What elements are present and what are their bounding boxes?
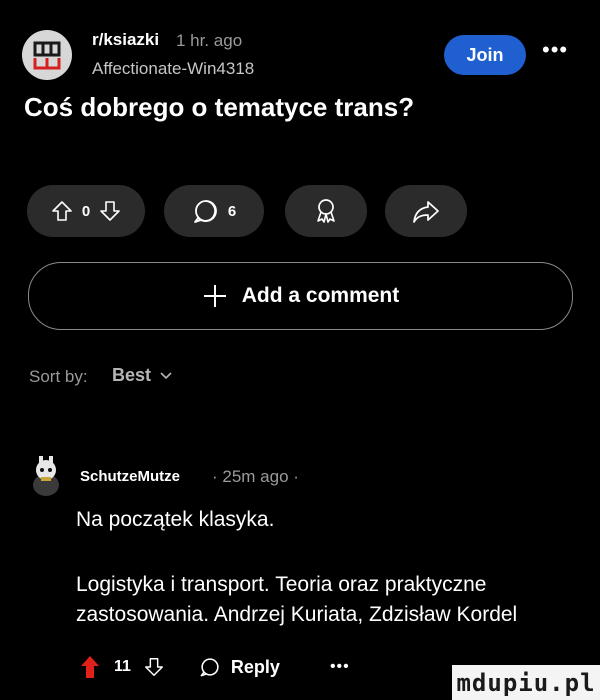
comment-time: · 25m ago · xyxy=(212,467,299,486)
reply-label: Reply xyxy=(230,656,280,677)
sort-value: Best xyxy=(112,365,152,385)
comments-button[interactable]: 6 xyxy=(164,185,264,237)
sort-dropdown[interactable]: Best xyxy=(112,365,173,386)
add-comment-label: Add a comment xyxy=(241,284,400,307)
share-button[interactable] xyxy=(385,185,467,237)
sub-logo-icon xyxy=(33,41,61,70)
comment-actions: 11 Reply ••• xyxy=(80,655,350,679)
vote-count: 0 xyxy=(81,202,91,220)
comment-icon xyxy=(193,200,217,223)
post-author[interactable]: Affectionate-Win4318 xyxy=(92,59,254,79)
comment-count: 6 xyxy=(227,202,237,220)
post-time: 1 hr. ago xyxy=(176,31,243,50)
comment-score: 11 xyxy=(114,658,131,675)
downvote-icon[interactable] xyxy=(143,656,165,678)
reply-button[interactable]: Reply xyxy=(199,656,280,678)
upvote-icon[interactable] xyxy=(50,199,74,223)
downvote-icon[interactable] xyxy=(98,199,122,223)
subreddit-avatar[interactable] xyxy=(22,30,72,80)
share-icon xyxy=(413,201,439,223)
post-title: Coś dobrego o tematyce trans? xyxy=(24,92,415,122)
comment-author[interactable]: SchutzeMutze xyxy=(80,468,180,485)
sort-label: Sort by: xyxy=(29,367,88,386)
subreddit-name[interactable]: r/ksiazki xyxy=(92,30,159,50)
chevron-down-icon xyxy=(160,371,172,379)
comment-text: Na początek klasyka. xyxy=(76,508,275,531)
comment-icon xyxy=(200,658,219,677)
more-icon[interactable]: ••• xyxy=(542,39,568,61)
vote-controls: 0 xyxy=(27,185,145,237)
upvote-icon[interactable] xyxy=(80,655,100,679)
comment-avatar[interactable] xyxy=(28,455,64,497)
add-comment-button[interactable]: Add a comment xyxy=(28,262,573,330)
more-icon[interactable]: ••• xyxy=(330,658,350,676)
plus-icon xyxy=(203,285,226,307)
award-button[interactable] xyxy=(285,185,367,237)
watermark: mdupiu.pl xyxy=(452,665,600,700)
join-button[interactable]: Join xyxy=(444,35,526,75)
comment-text-body: Logistyka i transport. Teoria oraz prakt… xyxy=(76,573,518,626)
award-icon xyxy=(317,199,335,223)
